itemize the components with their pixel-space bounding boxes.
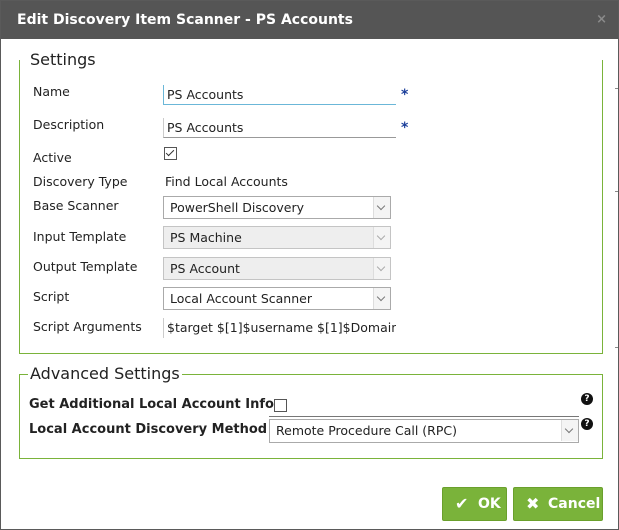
dialog-titlebar: Edit Discovery Item Scanner - PS Account… [1,1,618,39]
output-template-select: PS Account [163,257,391,280]
get-info-label: Get Additional Local Account Info [29,397,274,412]
edit-scanner-dialog: Edit Discovery Item Scanner - PS Account… [0,0,619,530]
script-selected: Local Account Scanner [170,291,312,306]
check-icon [165,147,175,157]
method-label: Local Account Discovery Method [29,422,268,437]
background-edge-mark [615,191,618,192]
base-scanner-selected: PowerShell Discovery [170,200,305,215]
required-marker: * [401,87,409,103]
discovery-type-value: Find Local Accounts [165,174,288,189]
script-label: Script [33,289,70,304]
help-icon[interactable]: ? [581,418,593,430]
output-template-selected: PS Account [170,261,240,276]
background-edge-mark [615,88,618,89]
chevron-down-icon[interactable] [561,420,578,441]
advanced-settings-section: Advanced Settings [19,365,603,459]
help-icon[interactable]: ? [581,393,593,405]
description-label: Description [33,117,105,132]
name-label: Name [33,84,70,99]
input-template-label: Input Template [33,229,127,244]
name-field[interactable]: PS Accounts [163,85,396,105]
script-arguments-label: Script Arguments [33,319,142,334]
ok-button[interactable]: ✔ OK [442,487,507,521]
required-marker: * [401,120,409,136]
settings-legend: Settings [30,50,96,69]
method-selected: Remote Procedure Call (RPC) [276,423,457,438]
chevron-down-icon [373,227,390,248]
input-template-selected: PS Machine [170,230,242,245]
check-icon: ✔ [455,494,469,513]
cancel-button[interactable]: ✖ Cancel [513,487,603,521]
cancel-button-label: Cancel [548,496,601,512]
chevron-down-icon[interactable] [373,197,390,218]
ok-button-label: OK [478,496,501,512]
chevron-down-icon [373,258,390,279]
active-label: Active [33,150,72,165]
description-field[interactable]: PS Accounts [163,118,396,138]
x-icon: ✖ [526,494,540,513]
input-template-select: PS Machine [163,226,391,249]
method-select[interactable]: Remote Procedure Call (RPC) [269,419,579,443]
divider [269,416,579,417]
get-info-checkbox[interactable] [274,399,287,412]
dialog-title: Edit Discovery Item Scanner - PS Account… [17,12,353,28]
script-select[interactable]: Local Account Scanner [163,287,391,310]
background-edge-mark [615,347,618,348]
discovery-type-label: Discovery Type [33,174,128,189]
chevron-down-icon[interactable] [373,288,390,309]
base-scanner-label: Base Scanner [33,198,119,213]
script-arguments-field[interactable]: $target $[1]$username $[1]$Domain [163,318,396,338]
active-checkbox[interactable] [164,147,177,160]
advanced-settings-legend: Advanced Settings [30,364,180,383]
output-template-label: Output Template [33,259,138,274]
close-icon[interactable]: × [596,12,607,27]
base-scanner-select[interactable]: PowerShell Discovery [163,196,391,219]
